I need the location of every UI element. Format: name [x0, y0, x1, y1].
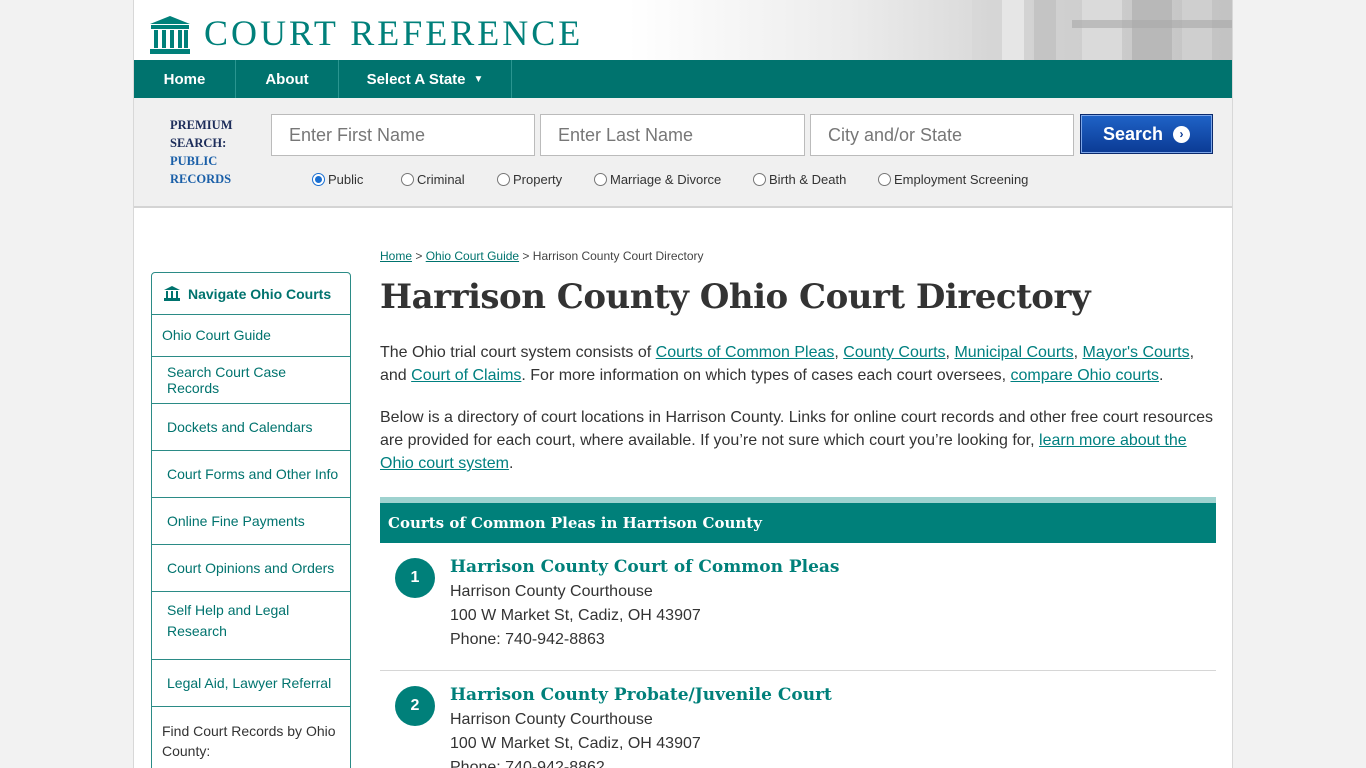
courthouse-pillars-image: [972, 0, 1232, 60]
radio-birth-death[interactable]: Birth & Death: [753, 172, 878, 187]
radio-button-icon: [594, 173, 607, 186]
radio-label: Marriage & Divorce: [610, 172, 722, 187]
chevron-right-icon: ›: [1173, 125, 1191, 143]
record-type-options: Public Criminal Property Marriage & Divo…: [312, 172, 1048, 187]
sidebar-item-court-opinions[interactable]: Court Opinions and Orders: [152, 545, 350, 592]
nav-select-state-label: Select A State: [366, 70, 466, 88]
premium-label-line3: PUBLIC: [170, 154, 218, 168]
radio-label: Birth & Death: [769, 172, 847, 187]
main-nav: Home About Select A State ▼: [134, 60, 1232, 98]
section-header: Courts of Common Pleas in Harrison Count…: [380, 497, 1216, 543]
courthouse-icon: [164, 286, 180, 301]
premium-label-line1: PREMIUM: [170, 118, 233, 132]
brand-bar: COURT REFERENCE: [134, 0, 1232, 60]
sidebar-header: Navigate Ohio Courts: [152, 273, 350, 315]
breadcrumb: Home > Ohio Court Guide > Harrison Count…: [380, 244, 1216, 268]
premium-search-label: PREMIUM SEARCH: PUBLIC RECORDS: [170, 116, 233, 188]
radio-button-icon: [497, 173, 510, 186]
sidebar-item-legal-aid[interactable]: Legal Aid, Lawyer Referral: [152, 660, 350, 707]
caret-down-icon: ▼: [473, 73, 484, 85]
court-name-link[interactable]: Harrison County Probate/Juvenile Court: [450, 685, 1216, 705]
radio-public[interactable]: Public: [312, 172, 401, 187]
court-address: 100 W Market St, Cadiz, OH 43907: [450, 607, 701, 624]
nav-about[interactable]: About: [236, 60, 339, 98]
site-logo[interactable]: COURT REFERENCE: [204, 15, 583, 51]
court-listing: 2 Harrison County Probate/Juvenile Court…: [380, 671, 1216, 768]
directory-paragraph: Below is a directory of court locations …: [380, 406, 1216, 475]
radio-label: Property: [513, 172, 563, 187]
sidebar-item-court-forms[interactable]: Court Forms and Other Info: [152, 451, 350, 498]
sidebar-item-ohio-court-guide[interactable]: Ohio Court Guide: [152, 315, 350, 357]
page-title: Harrison County Ohio Court Directory: [380, 277, 1091, 317]
radio-marriage-divorce[interactable]: Marriage & Divorce: [594, 172, 753, 187]
first-name-input[interactable]: [271, 114, 535, 156]
intro-text: . For more information on which types of…: [521, 367, 1011, 384]
directory-text: .: [508, 455, 514, 472]
nav-about-label: About: [265, 70, 309, 88]
court-phone: Phone: 740-942-8863: [450, 631, 605, 648]
link-municipal-courts[interactable]: Municipal Courts: [954, 344, 1073, 361]
main-content: Home > Ohio Court Guide > Harrison Count…: [380, 244, 1216, 768]
sidebar-nav: Navigate Ohio Courts Ohio Court Guide Se…: [151, 272, 351, 768]
link-courts-of-common-pleas[interactable]: Courts of Common Pleas: [656, 344, 835, 361]
court-address: 100 W Market St, Cadiz, OH 43907: [450, 735, 701, 752]
city-state-input[interactable]: [810, 114, 1074, 156]
search-button-label: Search: [1102, 123, 1164, 144]
radio-employment-screening[interactable]: Employment Screening: [878, 172, 1048, 187]
court-building: Harrison County Courthouse: [450, 583, 653, 600]
link-court-of-claims[interactable]: Court of Claims: [411, 367, 521, 384]
premium-label-line2: SEARCH:: [170, 136, 227, 150]
link-mayors-courts[interactable]: Mayor's Courts: [1082, 344, 1189, 361]
sidebar-title: Navigate Ohio Courts: [188, 285, 332, 302]
radio-button-icon: [401, 173, 414, 186]
radio-button-icon: [753, 173, 766, 186]
court-name-link[interactable]: Harrison County Court of Common Pleas: [450, 557, 1216, 577]
breadcrumb-guide-link[interactable]: Ohio Court Guide: [426, 249, 519, 263]
premium-label-line4: RECORDS: [170, 172, 232, 186]
intro-text: ,: [834, 344, 844, 361]
radio-criminal[interactable]: Criminal: [401, 172, 497, 187]
last-name-input[interactable]: [540, 114, 805, 156]
radio-property[interactable]: Property: [497, 172, 594, 187]
premium-search-panel: PREMIUM SEARCH: PUBLIC RECORDS Search › P…: [134, 98, 1232, 208]
breadcrumb-home-link[interactable]: Home: [380, 249, 412, 263]
intro-paragraph: The Ohio trial court system consists of …: [380, 341, 1216, 387]
sidebar-item-search-court-case-records[interactable]: Search Court Case Records: [152, 357, 350, 404]
court-building: Harrison County Courthouse: [450, 711, 653, 728]
link-compare-ohio-courts[interactable]: compare Ohio courts: [1011, 367, 1160, 384]
nav-home[interactable]: Home: [134, 60, 236, 98]
sidebar-item-dockets-calendars[interactable]: Dockets and Calendars: [152, 404, 350, 451]
sidebar-find-by-county-label: Find Court Records by Ohio County:: [162, 723, 336, 759]
link-county-courts[interactable]: County Courts: [843, 344, 945, 361]
nav-select-state[interactable]: Select A State ▼: [339, 60, 512, 98]
court-phone: Phone: 740-942-8862: [450, 759, 605, 768]
site-container: COURT REFERENCE Home About Select A Stat…: [133, 0, 1233, 768]
radio-button-icon: [312, 173, 325, 186]
radio-label: Public: [328, 172, 364, 187]
radio-label: Criminal: [417, 172, 465, 187]
breadcrumb-separator: >: [412, 249, 426, 263]
breadcrumb-current: Harrison County Court Directory: [532, 249, 704, 263]
breadcrumb-separator: >: [519, 249, 533, 263]
sidebar-item-online-fine-payments[interactable]: Online Fine Payments: [152, 498, 350, 545]
intro-text: .: [1159, 367, 1164, 384]
sidebar-item-self-help[interactable]: Self Help and Legal Research: [152, 592, 350, 660]
radio-label: Employment Screening: [894, 172, 1029, 187]
court-listing: 1 Harrison County Court of Common Pleas …: [380, 543, 1216, 671]
intro-text: The Ohio trial court system consists of: [380, 344, 656, 361]
courthouse-logo-icon: [150, 16, 190, 54]
radio-button-icon: [878, 173, 891, 186]
court-number-badge: 1: [395, 558, 435, 598]
search-button[interactable]: Search ›: [1080, 114, 1213, 154]
nav-home-label: Home: [163, 70, 206, 88]
court-number-badge: 2: [395, 686, 435, 726]
